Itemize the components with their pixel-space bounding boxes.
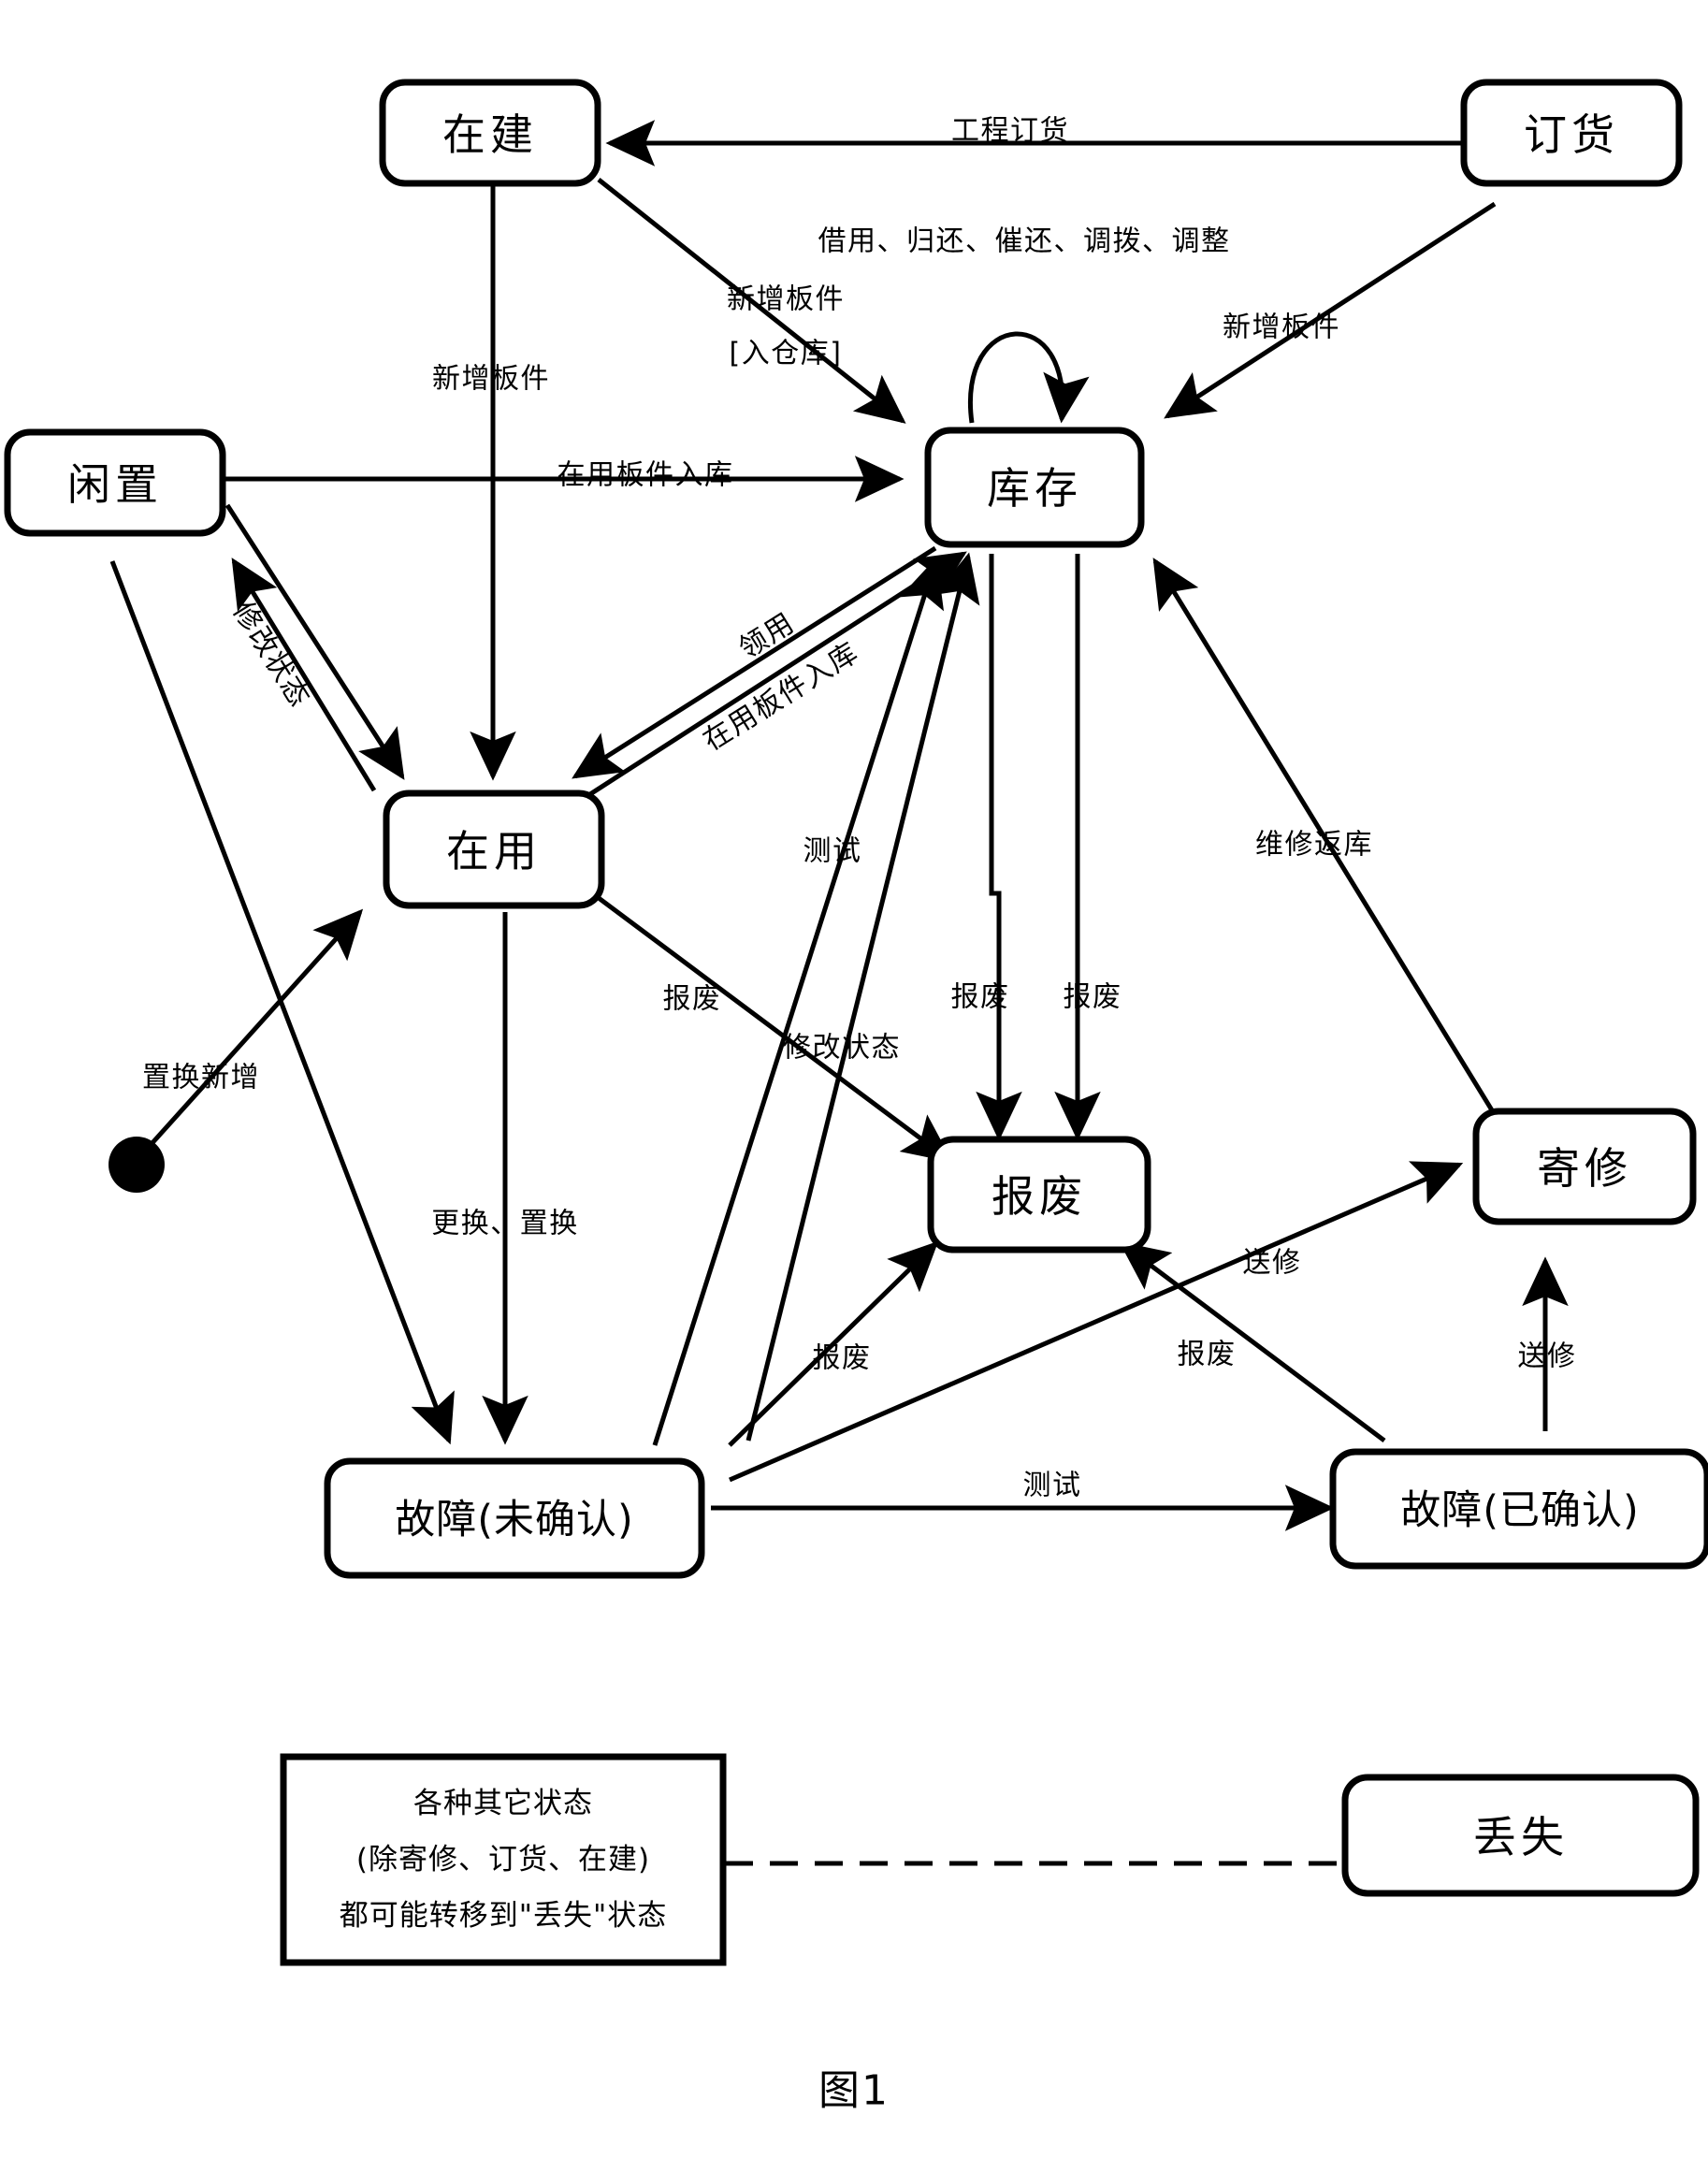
figure-caption: 图1 bbox=[818, 2067, 890, 2115]
state-label-scrapped: 报废 bbox=[992, 1171, 1087, 1222]
note-line-3: 都可能转移到"丢失"状态 bbox=[340, 1899, 668, 1933]
state-node-inventory[interactable]: 库存 bbox=[924, 427, 1145, 548]
state-label-sent-repair: 寄修 bbox=[1537, 1143, 1632, 1194]
note-line-1: 各种其它状态 bbox=[413, 1787, 593, 1820]
edge-label-in-use-board-to-stock-top: 在用板件入库 bbox=[557, 459, 734, 492]
state-label-idle: 闲置 bbox=[67, 459, 163, 510]
note-node: 各种其它状态 (除寄修、订货、在建) 都可能转移到"丢失"状态 bbox=[280, 1753, 727, 1966]
state-node-ordering[interactable]: 订货 bbox=[1460, 79, 1683, 187]
edge-label-add-board-warehouse-bracket: [入仓库] bbox=[730, 338, 843, 370]
edge-initial-to-in-use bbox=[148, 908, 364, 1148]
edge-label-replacement-add: 置换新增 bbox=[142, 1062, 260, 1094]
diagram-canvas: 在建 订货 闲置 库存 在用 报废 寄修 故障(未确认) 故障(已确认) 丢失 … bbox=[4, 79, 1708, 2115]
edge-label-borrow-return-etc: 借用、归还、催还、调拨、调整 bbox=[818, 225, 1231, 258]
state-label-ordering: 订货 bbox=[1524, 109, 1619, 160]
state-node-under-construction[interactable]: 在建 bbox=[379, 79, 601, 187]
edge-inventory-to-scrapped-left bbox=[976, 554, 1022, 1141]
edge-in-use-to-inventory bbox=[578, 551, 967, 804]
edge-label-replace-swap: 更换、置换 bbox=[431, 1208, 579, 1240]
edge-label-modify-status-fault: 修改状态 bbox=[783, 1032, 901, 1065]
state-label-inventory: 库存 bbox=[987, 463, 1082, 514]
edge-label-in-use-board-to-stock: 在用板件入库 bbox=[698, 636, 865, 758]
edge-label-scrap-fault-unconfirmed: 报废 bbox=[813, 1342, 872, 1375]
edge-label-repair-return-stock: 维修返库 bbox=[1255, 829, 1373, 862]
state-label-fault-unconfirmed: 故障(未确认) bbox=[395, 1497, 634, 1543]
edge-label-test-stock: 测试 bbox=[803, 835, 862, 868]
edge-label-send-repair-vertical: 送修 bbox=[1518, 1340, 1577, 1373]
state-node-fault-unconfirmed[interactable]: 故障(未确认) bbox=[324, 1457, 705, 1579]
edge-label-send-repair-diagonal: 送修 bbox=[1243, 1247, 1302, 1280]
edge-label-add-board-left: 新增板件 bbox=[432, 363, 550, 396]
state-node-in-use[interactable]: 在用 bbox=[383, 790, 605, 909]
edge-label-engineering-order: 工程订货 bbox=[951, 115, 1069, 148]
edge-label-scrap-fault-confirmed: 报废 bbox=[1178, 1339, 1237, 1371]
initial-state-dot bbox=[109, 1137, 165, 1193]
state-node-idle[interactable]: 闲置 bbox=[4, 428, 226, 537]
state-label-lost: 丢失 bbox=[1473, 1812, 1569, 1862]
state-label-under-construction: 在建 bbox=[442, 109, 538, 160]
state-label-in-use: 在用 bbox=[446, 826, 542, 877]
edge-label-scrap-stock-left: 报废 bbox=[951, 981, 1010, 1014]
edge-inventory-self-loop bbox=[967, 331, 1090, 424]
edge-label-scrap-in-use: 报废 bbox=[663, 983, 722, 1016]
edge-label-scrap-stock-right: 报废 bbox=[1064, 981, 1122, 1014]
state-node-lost[interactable]: 丢失 bbox=[1341, 1774, 1700, 1897]
edge-label-test-fault: 测试 bbox=[1023, 1470, 1082, 1502]
note-line-2: (除寄修、订货、在建) bbox=[356, 1843, 650, 1876]
state-node-scrapped[interactable]: 报废 bbox=[927, 1136, 1151, 1253]
edge-label-add-board-right: 新增板件 bbox=[1223, 312, 1340, 344]
state-diagram: 在建 订货 闲置 库存 在用 报废 寄修 故障(未确认) 故障(已确认) 丢失 … bbox=[0, 0, 1708, 2159]
state-node-sent-repair[interactable]: 寄修 bbox=[1472, 1108, 1697, 1225]
edge-in-use-to-scrapped bbox=[597, 895, 953, 1163]
edge-label-modify-status-idle: 修改状态 bbox=[226, 596, 316, 713]
state-node-fault-confirmed[interactable]: 故障(已确认) bbox=[1329, 1448, 1708, 1570]
state-label-fault-confirmed: 故障(已确认) bbox=[1400, 1487, 1640, 1534]
edge-label-add-board-warehouse: 新增板件 bbox=[727, 283, 845, 316]
